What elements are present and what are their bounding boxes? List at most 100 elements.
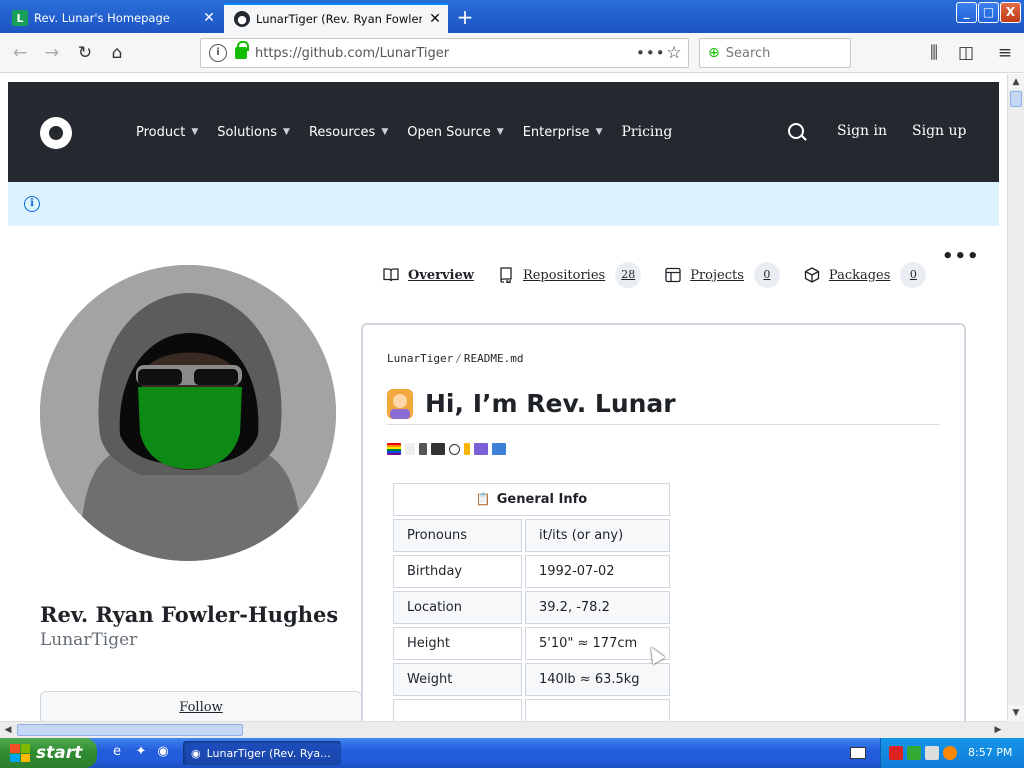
start-button[interactable]: start <box>0 738 97 768</box>
tab-packages[interactable]: Packages 0 <box>804 262 927 288</box>
person-emoji-icon <box>387 388 413 419</box>
info-icon[interactable]: i <box>209 44 227 62</box>
table-icon <box>665 267 681 283</box>
tab-projects[interactable]: Projects 0 <box>665 262 780 288</box>
sidebar-icon[interactable]: ◫ <box>954 41 978 65</box>
tab-label: Rev. Lunar's Homepage <box>34 11 170 25</box>
github-favicon-icon: ● <box>234 11 250 27</box>
keyboard-icon[interactable] <box>850 747 866 759</box>
rainbow-flag-icon <box>387 443 401 455</box>
tab-repositories[interactable]: Repositories 28 <box>498 262 642 288</box>
row-value: 1992-07-02 <box>525 555 670 588</box>
vertical-scrollbar[interactable]: ▲ ▼ <box>1007 74 1024 721</box>
row-value: 39.2, -78.2 <box>525 591 670 624</box>
row-key <box>393 699 522 721</box>
table-header-row: 📋 General Info <box>393 483 670 516</box>
chevron-down-icon: ▼ <box>381 127 389 137</box>
url-bar[interactable]: i https://github.com/LunarTiger ••• ☆ <box>200 38 689 68</box>
lock-icon[interactable] <box>235 41 249 59</box>
github-header: Product ▼ Solutions ▼ Resources ▼ Open Sour… <box>8 82 999 182</box>
close-window-button[interactable]: X <box>1000 2 1021 23</box>
url-text[interactable]: https://github.com/LunarTiger <box>255 46 636 61</box>
menu-pricing[interactable]: Pricing <box>621 124 672 140</box>
back-icon[interactable]: ← <box>8 41 32 65</box>
table-row: Location 39.2, -78.2 <box>393 591 670 624</box>
readme-card: LunarTiger / README.md Hi, I’m Rev. Lunar … <box>361 323 966 721</box>
avatar-image <box>40 265 336 561</box>
bookmark-star-icon[interactable]: ☆ <box>660 43 688 63</box>
repositories-count: 28 <box>615 262 642 288</box>
horizontal-scroll-thumb[interactable] <box>17 724 243 736</box>
network-icon[interactable] <box>925 746 939 760</box>
scroll-right-icon[interactable]: ▶ <box>990 722 1006 738</box>
tab-overview[interactable]: Overview <box>383 267 474 283</box>
github-logo-icon[interactable] <box>40 117 72 149</box>
menu-icon[interactable]: ≡ <box>993 41 1017 65</box>
windows-logo-icon <box>10 744 30 762</box>
tab-label: LunarTiger (Rev. Ryan Fowler-Hu <box>256 12 422 26</box>
table-title: 📋 General Info <box>393 483 670 516</box>
media-player-icon[interactable]: ✦ <box>132 744 150 762</box>
new-tab-button[interactable]: + <box>452 5 478 29</box>
tab-github-profile[interactable]: ● LunarTiger (Rev. Ryan Fowler-Hu ✕ <box>224 3 448 33</box>
minimize-button[interactable]: _ <box>956 2 977 23</box>
tab-homepage[interactable]: L Rev. Lunar's Homepage ✕ <box>2 3 222 33</box>
forward-icon[interactable]: → <box>40 41 64 65</box>
reload-icon[interactable]: ↻ <box>73 41 97 65</box>
homepage-favicon-icon: L <box>12 10 28 26</box>
more-options-icon[interactable]: ••• <box>942 246 980 267</box>
tab-close-icon[interactable]: ✕ <box>196 10 222 26</box>
follow-button[interactable]: Follow <box>40 691 362 721</box>
scroll-up-icon[interactable]: ▲ <box>1008 74 1024 90</box>
taskbar-window-button[interactable]: ◉ LunarTiger (Rev. Rya... <box>183 741 341 765</box>
pirate-flag-icon <box>431 443 445 455</box>
sign-up-link[interactable]: Sign up <box>912 123 966 139</box>
maximize-button[interactable]: □ <box>978 2 999 23</box>
transgender-symbol-icon <box>492 443 506 455</box>
internet-explorer-icon[interactable]: e <box>108 744 126 762</box>
identity-flags <box>387 443 506 455</box>
security-icon[interactable] <box>907 746 921 760</box>
clipboard-icon: 📋 <box>475 492 491 506</box>
projects-count: 0 <box>753 262 780 288</box>
row-key: Weight <box>393 663 522 696</box>
menu-product[interactable]: Product ▼ <box>136 125 198 140</box>
chevron-down-icon: ▼ <box>283 127 290 137</box>
search-tray-icon[interactable] <box>943 746 957 760</box>
scroll-left-icon[interactable]: ◀ <box>0 722 16 738</box>
row-key: Birthday <box>393 555 522 588</box>
page-viewport: Product ▼ Solutions ▼ Resources ▼ Open Sour… <box>0 74 1007 721</box>
firefox-icon[interactable]: ◉ <box>154 744 172 762</box>
flash-banner: i <box>8 182 999 226</box>
sign-in-link[interactable]: Sign in <box>837 123 887 139</box>
search-icon[interactable] <box>788 123 804 139</box>
packages-count: 0 <box>900 262 927 288</box>
row-key: Location <box>393 591 522 624</box>
menu-solutions[interactable]: Solutions ▼ <box>217 125 290 140</box>
search-placeholder: Search <box>725 45 771 61</box>
repo-icon <box>500 267 512 283</box>
acrobat-icon[interactable] <box>889 746 903 760</box>
home-icon[interactable]: ⌂ <box>105 41 129 65</box>
table-row: Weight 140lb ≈ 63.5kg <box>393 663 670 696</box>
table-row <box>393 699 670 721</box>
vertical-scroll-thumb[interactable] <box>1010 91 1022 107</box>
system-clock: 8:57 PM <box>968 746 1013 759</box>
menu-resources[interactable]: Resources ▼ <box>309 125 388 140</box>
library-icon[interactable]: ⫼ <box>922 41 946 65</box>
chevron-down-icon: ▼ <box>191 127 199 137</box>
page-actions-icon[interactable]: ••• <box>636 44 665 62</box>
avatar[interactable] <box>40 265 336 561</box>
readme-owner-link[interactable]: LunarTiger <box>387 352 453 365</box>
horizontal-scrollbar[interactable]: ◀ ▶ <box>0 721 1007 738</box>
chevron-down-icon: ▼ <box>595 127 603 137</box>
profile-tabs: Overview Repositories 28 Projects 0 Pack… <box>383 262 950 288</box>
book-icon <box>383 268 399 282</box>
tab-close-icon[interactable]: ✕ <box>422 11 448 27</box>
chevron-down-icon: ▼ <box>496 127 504 137</box>
menu-enterprise[interactable]: Enterprise ▼ <box>523 125 603 140</box>
search-bar[interactable]: ⊕ Search <box>699 38 851 68</box>
package-icon <box>804 267 820 283</box>
scroll-down-icon[interactable]: ▼ <box>1008 705 1024 721</box>
menu-open-source[interactable]: Open Source ▼ <box>407 125 503 140</box>
